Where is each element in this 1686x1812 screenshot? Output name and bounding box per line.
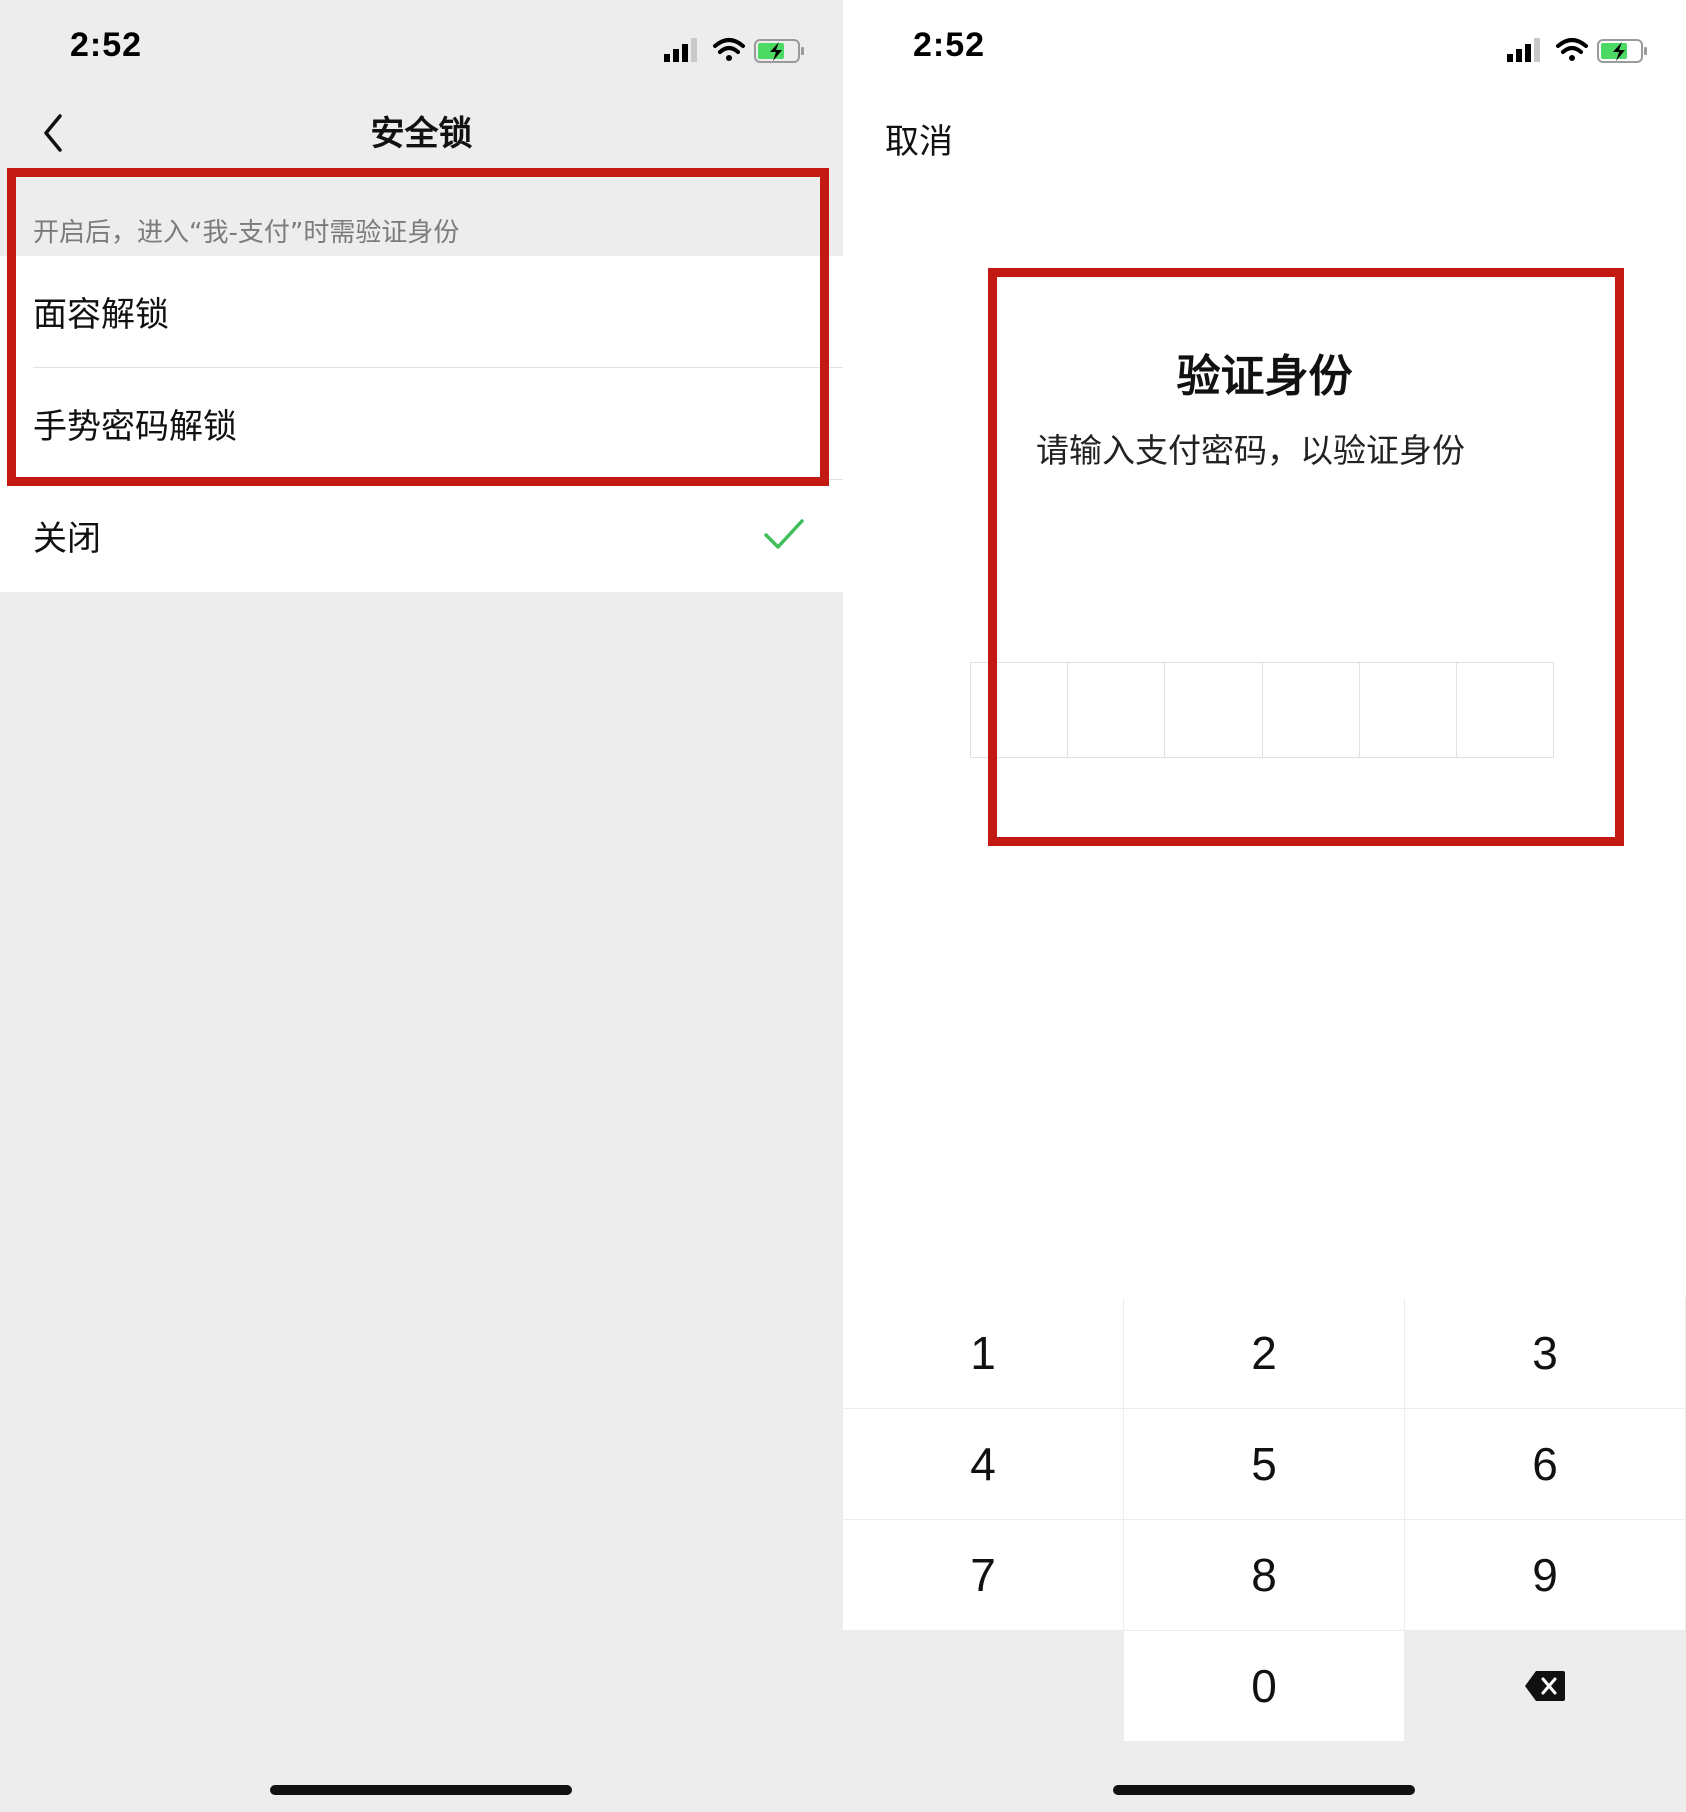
- option-off[interactable]: 关闭: [0, 480, 843, 592]
- option-label: 关闭: [33, 519, 101, 559]
- option-gesture-unlock[interactable]: 手势密码解锁: [0, 368, 843, 480]
- option-label: 面容解锁: [33, 295, 169, 335]
- status-time: 2:52: [70, 26, 143, 64]
- lock-option-list: 面容解锁 手势密码解锁 关闭: [0, 256, 843, 592]
- pin-cell[interactable]: [1263, 663, 1360, 757]
- keypad-delete-button[interactable]: [1405, 1631, 1685, 1741]
- wifi-icon: [713, 38, 745, 61]
- keypad-key-6[interactable]: 6: [1405, 1409, 1685, 1519]
- keypad-blank: [843, 1631, 1123, 1741]
- keypad-key-2[interactable]: 2: [1124, 1298, 1404, 1408]
- check-icon: [764, 519, 804, 549]
- home-indicator: [1113, 1785, 1415, 1795]
- page-title: 安全锁: [370, 114, 473, 154]
- cancel-button[interactable]: 取消: [885, 114, 953, 163]
- pin-cell[interactable]: [1457, 663, 1553, 757]
- wifi-icon: [1556, 38, 1588, 61]
- verify-identity-screen: 2:52 取消 验证身份 请输入支付密码，以验证身份 1 2 3 4 5 6 7…: [843, 0, 1686, 1812]
- keypad-key-9[interactable]: 9: [1405, 1520, 1685, 1630]
- battery-icon: [1597, 39, 1647, 63]
- keypad-key-3[interactable]: 3: [1405, 1298, 1685, 1408]
- keypad-key-1[interactable]: 1: [843, 1298, 1123, 1408]
- pin-input[interactable]: [970, 662, 1554, 758]
- battery-icon: [754, 39, 804, 63]
- status-time: 2:52: [913, 26, 986, 64]
- status-icons: [660, 34, 810, 66]
- section-hint: 开启后，进入“我-支付”时需验证身份: [33, 218, 460, 248]
- signal-icon: [1507, 38, 1540, 62]
- keypad-key-0[interactable]: 0: [1124, 1631, 1404, 1741]
- keypad-key-8[interactable]: 8: [1124, 1520, 1404, 1630]
- status-icons: [1503, 34, 1653, 66]
- pin-cell[interactable]: [1360, 663, 1457, 757]
- home-indicator: [270, 1785, 572, 1795]
- numeric-keypad: 123 456 7890: [843, 1298, 1686, 1812]
- pin-cell[interactable]: [1165, 663, 1263, 757]
- keypad-key-5[interactable]: 5: [1124, 1409, 1404, 1519]
- verify-subtitle: 请输入支付密码，以验证身份: [1036, 431, 1465, 470]
- signal-icon: [664, 38, 697, 62]
- pin-cell[interactable]: [971, 663, 1069, 757]
- security-lock-screen: 2:52 安全锁 开启后，进入“我-支付”时需验证身份 面容解锁 手势密码解锁 …: [0, 0, 843, 1812]
- option-face-unlock[interactable]: 面容解锁: [0, 256, 843, 368]
- verify-title: 验证身份: [1176, 351, 1353, 402]
- pin-cell[interactable]: [1068, 663, 1166, 757]
- option-label: 手势密码解锁: [33, 407, 237, 447]
- delete-icon: [1525, 1671, 1565, 1701]
- keypad-key-4[interactable]: 4: [843, 1409, 1123, 1519]
- keypad-key-7[interactable]: 7: [843, 1520, 1123, 1630]
